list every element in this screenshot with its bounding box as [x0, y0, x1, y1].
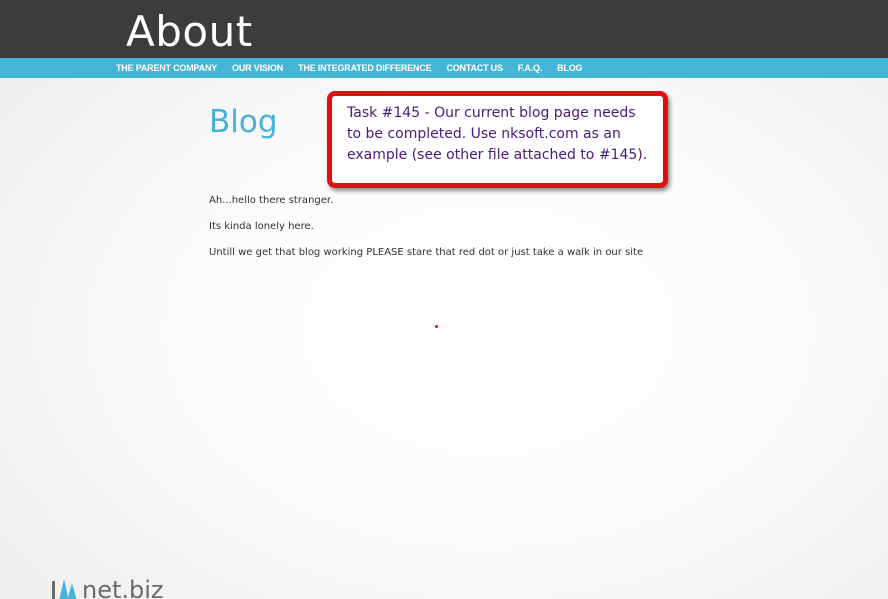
red-dot — [435, 325, 438, 328]
callout-text: Task #145 - Our current blog page needs … — [347, 105, 648, 163]
nav-item-integrated-difference[interactable]: THE INTEGRATED DIFFERENCE — [298, 63, 432, 73]
task-callout: Task #145 - Our current blog page needs … — [327, 91, 668, 188]
nav-item-parent-company[interactable]: THE PARENT COMPANY — [116, 63, 217, 73]
footer-logo[interactable]: net.biz — [50, 573, 164, 599]
nav-item-our-vision[interactable]: OUR VISION — [232, 63, 283, 73]
nav-item-contact-us[interactable]: CONTACT US — [446, 63, 503, 73]
paragraph-until: Untill we get that blog working PLEASE s… — [209, 247, 644, 258]
blog-content: Ah...hello there stranger. Its kinda lon… — [209, 195, 643, 273]
logo-mark-icon — [50, 575, 80, 599]
nav-item-faq[interactable]: F.A.Q. — [518, 63, 543, 73]
paragraph-lonely: Its kinda lonely here. — [209, 221, 314, 232]
logo-text: net.biz — [82, 576, 164, 599]
main-nav: THE PARENT COMPANY OUR VISION THE INTEGR… — [0, 58, 888, 78]
header-title: About — [126, 7, 253, 56]
nav-item-blog[interactable]: BLOG — [557, 63, 582, 73]
paragraph-greeting: Ah...hello there stranger. — [209, 195, 334, 206]
nav-list: THE PARENT COMPANY OUR VISION THE INTEGR… — [116, 58, 597, 78]
site-header: About — [0, 0, 888, 58]
page-heading: Blog — [209, 104, 278, 140]
